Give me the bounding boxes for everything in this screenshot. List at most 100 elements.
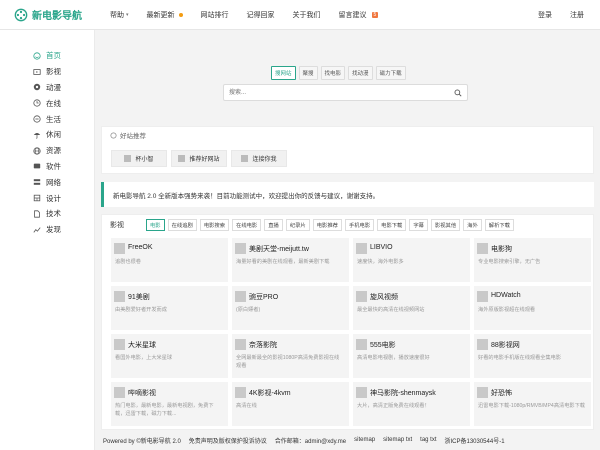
site-card[interactable]: LIBVIO 速度快，海外电影多 bbox=[353, 238, 470, 282]
footer-disclaimer-link[interactable]: 免责声明及版权保护投诉协议 bbox=[189, 436, 267, 445]
footer-tag-txt-link[interactable]: tag txt bbox=[420, 437, 436, 443]
sidebar-item-label: 休闲 bbox=[46, 130, 61, 140]
recommend-button[interactable]: 连接你我 bbox=[231, 150, 287, 167]
thumbnail-icon bbox=[124, 155, 132, 162]
site-name: 555电影 bbox=[370, 342, 396, 349]
search-tab-site[interactable]: 搜网站 bbox=[271, 66, 296, 80]
sidebar-item-label: 软件 bbox=[46, 161, 61, 171]
nav-ranking[interactable]: 网站排行 bbox=[201, 10, 229, 20]
site-favicon-icon bbox=[114, 291, 125, 302]
search-tab-anime[interactable]: 找动漫 bbox=[348, 66, 373, 80]
nav-home-back[interactable]: 记得回家 bbox=[247, 10, 275, 20]
nav-feedback[interactable]: 留言建议 5 bbox=[339, 10, 379, 20]
tab-live[interactable]: 直播 bbox=[264, 219, 283, 231]
sidebar-item-home[interactable]: 首页 bbox=[0, 48, 94, 64]
sidebar-item-network[interactable]: 网络 bbox=[0, 174, 94, 190]
sidebar-item-resource[interactable]: 资源 bbox=[0, 143, 94, 159]
search-tab-movie[interactable]: 找电影 bbox=[320, 66, 346, 80]
sidebar-item-film[interactable]: 影视 bbox=[0, 64, 94, 80]
site-card[interactable]: FreeOK 追剧也很卷 bbox=[111, 238, 228, 282]
film-reel-icon bbox=[14, 8, 28, 21]
site-card[interactable]: 豌豆PRO (原白嫖者) bbox=[232, 286, 349, 330]
site-name: 旋风视频 bbox=[370, 294, 398, 301]
nav-about[interactable]: 关于我们 bbox=[293, 10, 321, 20]
sidebar-item-label: 发现 bbox=[46, 225, 61, 235]
sidebar-item-discover[interactable]: 发现 bbox=[0, 222, 94, 238]
recommend-button[interactable]: 推荐好网站 bbox=[171, 150, 227, 167]
nav-help-label: 帮助 bbox=[110, 12, 124, 19]
site-favicon-icon bbox=[356, 387, 367, 398]
tab-online-series[interactable]: 在线追剧 bbox=[167, 219, 197, 231]
sidebar-item-tech[interactable]: 技术 bbox=[0, 206, 94, 222]
footer-sitemap-link[interactable]: sitemap bbox=[354, 437, 375, 443]
site-desc: 看国外电影，上大米星球 bbox=[115, 355, 173, 361]
tab-recommend[interactable]: 电影推荐 bbox=[312, 219, 342, 231]
site-name: 4K影视-4kvm bbox=[249, 390, 291, 397]
sidebar-item-leisure[interactable]: 休闲 bbox=[0, 127, 94, 143]
site-card[interactable]: 大米星球看国外电影，上大米星球 bbox=[111, 334, 228, 378]
footer-sitemap-txt-link[interactable]: sitemap txt bbox=[383, 437, 412, 443]
tab-online-movie[interactable]: 在线电影 bbox=[232, 219, 262, 231]
tab-other[interactable]: 影视其他 bbox=[430, 219, 461, 231]
site-desc: 迅雷电影下载-1080p/RMVB/MP4高清电影下载 bbox=[478, 403, 585, 409]
sidebar-item-label: 网络 bbox=[46, 177, 61, 187]
login-link[interactable]: 登录 bbox=[538, 10, 552, 20]
site-name: 美剧天堂-meijutt.tw bbox=[249, 246, 309, 253]
sidebar-item-life[interactable]: 生活 bbox=[0, 111, 94, 127]
search-tab-aggregate[interactable]: 聚搜 bbox=[298, 66, 318, 80]
register-link[interactable]: 注册 bbox=[570, 10, 584, 20]
site-desc: 最全最快的高清在线视频网站 bbox=[357, 307, 425, 313]
site-card[interactable]: 哔嘀影视 热门电影，最新电影，最新电视剧，免费下载，迅雷下载，磁力下载... bbox=[111, 382, 228, 426]
tab-overseas[interactable]: 海外 bbox=[463, 219, 482, 231]
tab-subtitle[interactable]: 字幕 bbox=[409, 219, 428, 231]
footer-icp-link[interactable]: 浙ICP备13030544号-1 bbox=[445, 436, 505, 445]
site-name: 大米星球 bbox=[128, 342, 156, 349]
sidebar-item-design[interactable]: 设计 bbox=[0, 190, 94, 206]
site-favicon-icon bbox=[235, 339, 246, 350]
nav-ranking-label: 网站排行 bbox=[200, 12, 229, 19]
site-card[interactable]: 4K影视-4kvm 高清在线 bbox=[232, 382, 349, 426]
search-icon[interactable] bbox=[454, 89, 462, 97]
footer: Powered by ©新电影导航 2.0 免责声明及版权保护投诉协议 合作邮箱… bbox=[95, 430, 600, 450]
site-card[interactable]: 88影视网 好看的电影手机版在线观看全集电影 bbox=[474, 334, 591, 378]
tab-documentary[interactable]: 纪录片 bbox=[285, 219, 310, 231]
sidebar-item-software[interactable]: 软件 bbox=[0, 159, 94, 175]
site-card[interactable]: 旋风视频最全最快的高清在线视频网站 bbox=[353, 286, 470, 330]
footer-contact: 合作邮箱：admin@xdy.me bbox=[274, 438, 347, 445]
nav-help[interactable]: 帮助 ▾ bbox=[110, 10, 129, 20]
film-icon bbox=[33, 68, 41, 75]
search-input[interactable] bbox=[224, 85, 444, 100]
site-card[interactable]: 好恐怖 迅雷电影下载-1080p/RMVB/MP4高清电影下载 bbox=[474, 382, 591, 426]
search-tabs: 搜网站 聚搜 找电影 找动漫 磁力下载 bbox=[271, 66, 406, 80]
nav-latest-label: 最新更新 bbox=[146, 12, 175, 19]
site-desc: 热门电影，最新电影，最新电视剧，免费下载，迅雷下载，磁力下载... bbox=[115, 403, 214, 417]
search-tab-magnet[interactable]: 磁力下载 bbox=[375, 66, 406, 80]
site-desc: 速度快，海外电影多 bbox=[357, 259, 404, 265]
recommend-title: 好站推荐 bbox=[120, 133, 146, 140]
site-card[interactable]: 91美剧 由美剧爱好者开发而成 bbox=[111, 286, 228, 330]
site-card[interactable]: 电影狗 专业电影搜索引擎，无广告 bbox=[474, 238, 591, 282]
sidebar-item-label: 设计 bbox=[46, 193, 61, 203]
discover-icon bbox=[33, 227, 41, 233]
site-name: 电影狗 bbox=[491, 246, 512, 253]
site-desc: 好看的电影手机版在线观看全集电影 bbox=[478, 355, 562, 361]
site-card[interactable]: 神马影院-shenmaysk 大片，高清正版免费在线观看！ bbox=[353, 382, 470, 426]
site-name: HDWatch bbox=[491, 292, 521, 299]
tab-parse-download[interactable]: 解析下载 bbox=[484, 219, 514, 231]
sidebar-item-anime[interactable]: 动漫 bbox=[0, 80, 94, 96]
nav-latest[interactable]: 最新更新 bbox=[147, 10, 183, 20]
software-icon bbox=[33, 164, 41, 169]
tab-movie[interactable]: 电影 bbox=[146, 219, 165, 231]
site-card[interactable]: 555电影 高清电影电视剧，播放速度很好 bbox=[353, 334, 470, 378]
site-card[interactable]: HDWatch 海外原版影视超在线观看 bbox=[474, 286, 591, 330]
site-favicon-icon bbox=[114, 243, 125, 254]
site-card[interactable]: 奈落影院 全网最新最全的影视1080P高清免费影视在线观看 bbox=[232, 334, 349, 378]
tab-download[interactable]: 电影下载 bbox=[377, 219, 407, 231]
sidebar-item-online[interactable]: 在线 bbox=[0, 95, 94, 111]
tab-movie-search[interactable]: 电影搜索 bbox=[199, 219, 230, 231]
tab-mobile-movie[interactable]: 手机电影 bbox=[344, 219, 375, 231]
site-favicon-icon bbox=[114, 339, 125, 350]
site-card[interactable]: 美剧天堂-meijutt.tw 海量好看的美剧在线观看，最新美剧下载 bbox=[232, 238, 349, 282]
recommend-button[interactable]: 杯小智 bbox=[111, 150, 167, 167]
site-logo[interactable]: 新电影导航 bbox=[14, 7, 82, 22]
